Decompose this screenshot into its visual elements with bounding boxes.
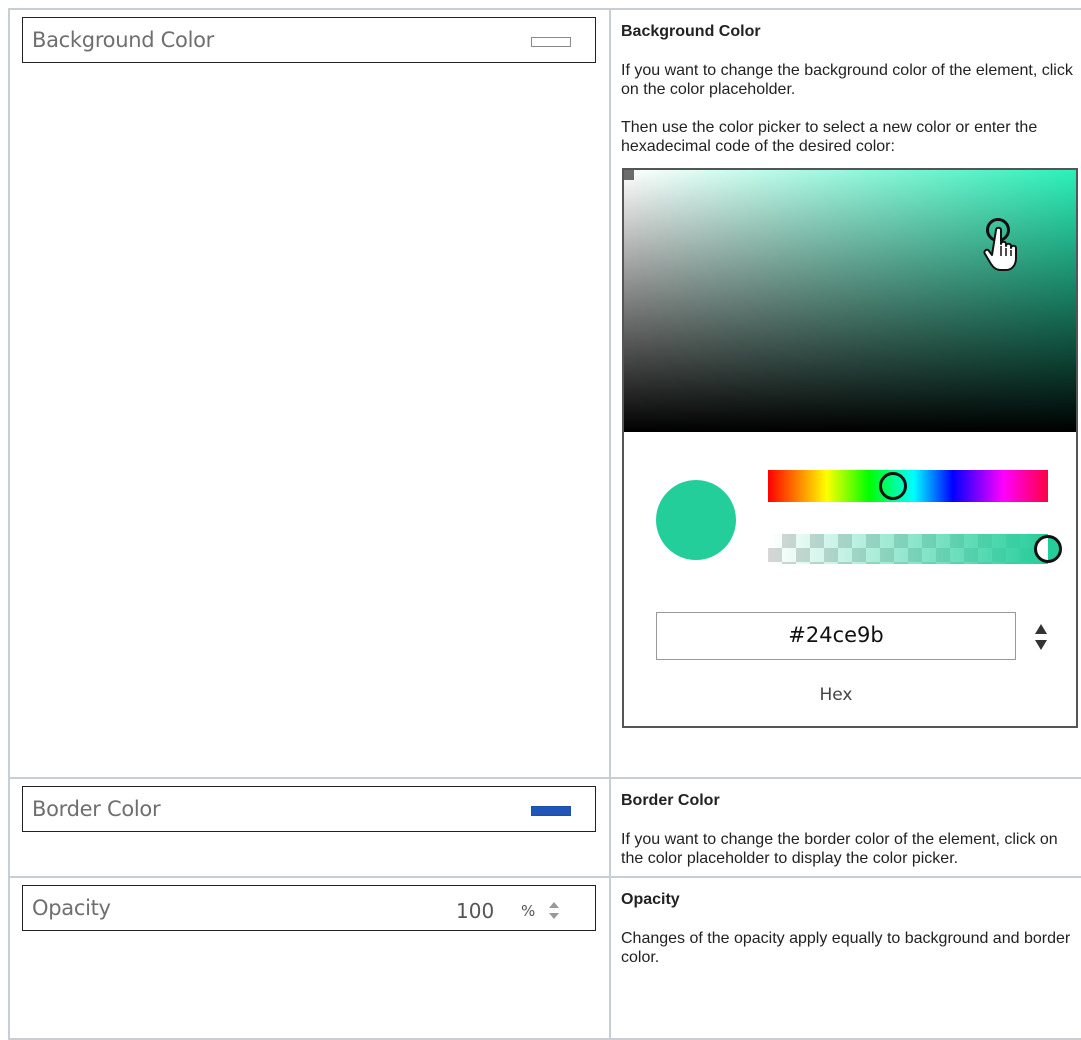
table-row: Opacity 100 % Opacity Changes of the opa… bbox=[8, 876, 1081, 1040]
paragraph: If you want to change the background col… bbox=[621, 62, 1073, 98]
color-preview bbox=[656, 480, 736, 560]
alpha-slider[interactable] bbox=[768, 534, 1048, 564]
paragraph: Changes of the opacity apply equally to … bbox=[621, 930, 1071, 966]
opacity-property[interactable]: Opacity 100 % bbox=[22, 885, 596, 931]
hue-slider-handle[interactable] bbox=[879, 472, 907, 500]
widget-cell: Opacity 100 % bbox=[8, 876, 611, 1040]
property-label: Border Color bbox=[32, 797, 161, 821]
color-placeholder[interactable] bbox=[531, 37, 571, 47]
widget-cell: Background Color bbox=[8, 8, 611, 779]
description-cell: Opacity Changes of the opacity apply equ… bbox=[609, 876, 1081, 1040]
section-heading: Background Color bbox=[621, 23, 761, 40]
section-heading: Border Color bbox=[621, 792, 720, 809]
property-label: Background Color bbox=[32, 28, 214, 52]
color-picker: #24ce9b Hex bbox=[622, 168, 1078, 728]
table-row: Background Color Background Color If you… bbox=[8, 8, 1081, 779]
widget-cell: Border Color bbox=[8, 777, 611, 878]
opacity-unit: % bbox=[521, 902, 536, 920]
hex-mode-label: Hex bbox=[819, 685, 853, 705]
property-label: Opacity bbox=[32, 896, 111, 920]
documentation-table: Background Color Background Color If you… bbox=[8, 8, 1081, 1040]
description-cell: Background Color If you want to change t… bbox=[609, 8, 1081, 779]
hand-pointer-icon bbox=[983, 226, 1017, 271]
border-color-property[interactable]: Border Color bbox=[22, 786, 596, 832]
section-heading: Opacity bbox=[621, 891, 680, 908]
paragraph: Then use the color picker to select a ne… bbox=[621, 119, 1038, 155]
corner-marker bbox=[624, 170, 634, 180]
saturation-value-area[interactable] bbox=[624, 170, 1076, 432]
color-placeholder[interactable] bbox=[531, 806, 571, 816]
description-cell: Border Color If you want to change the b… bbox=[609, 777, 1081, 878]
up-down-arrows-icon[interactable] bbox=[1034, 622, 1048, 652]
hue-slider[interactable] bbox=[768, 470, 1048, 502]
hex-input[interactable]: #24ce9b bbox=[656, 612, 1016, 660]
opacity-value[interactable]: 100 bbox=[456, 899, 494, 923]
background-color-property[interactable]: Background Color bbox=[22, 17, 596, 63]
alpha-slider-handle[interactable] bbox=[1034, 535, 1062, 563]
paragraph: If you want to change the border color o… bbox=[621, 831, 1058, 867]
table-row: Border Color Border Color If you want to… bbox=[8, 777, 1081, 878]
up-down-arrows-icon[interactable] bbox=[548, 900, 560, 922]
